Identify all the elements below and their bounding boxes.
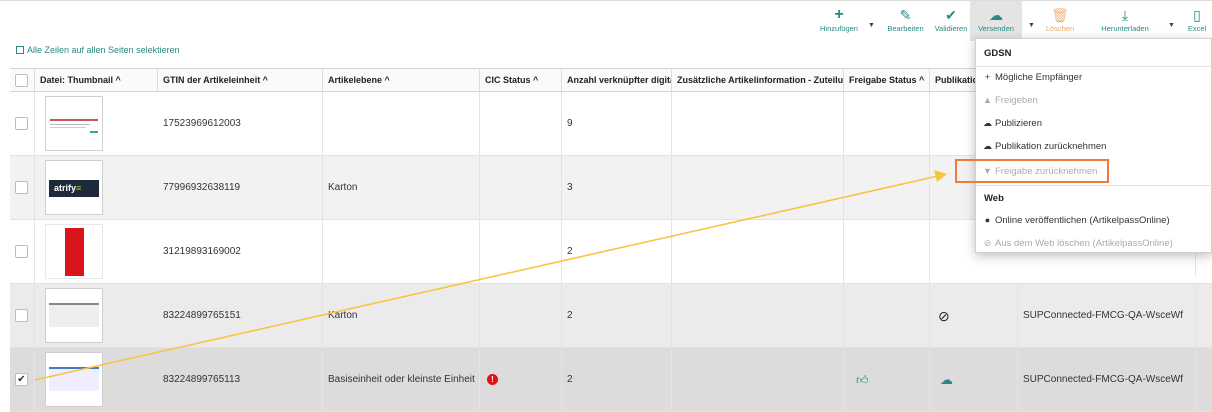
add-user-icon: + [984,72,991,82]
globe-icon: ● [984,215,991,225]
excel-button[interactable]: ▯ Excel [1182,7,1212,33]
level-cell: Karton [323,284,480,348]
highlight-box [955,159,1109,183]
menu-item-publish-online[interactable]: ● Online veröffentlichen (ArtikelpassOnli… [982,215,1170,226]
ban-icon: ⊘ [983,238,992,248]
row-checkbox[interactable] [15,309,28,322]
level-cell [323,92,480,156]
gtin-cell: 31219893169002 [158,220,323,284]
additional-info-cell [672,284,844,348]
linked-count-cell: 2 [562,284,672,348]
select-all-checkbox-icon [16,46,24,54]
menu-header-web: Web [984,193,1004,204]
trash-icon: 🗑 [1051,7,1069,23]
gtin-cell: 77996932638119 [158,156,323,220]
header-level[interactable]: Artikelebene ^ [323,69,480,91]
release-status-cell [844,92,930,156]
menu-header-gdsn: GDSN [984,48,1012,59]
table-row[interactable]: ✔ 83224899765113 Basiseinheit oder klein… [10,348,1212,412]
menu-item-possible-recipients[interactable]: + Mögliche Empfänger [982,72,1082,83]
cic-status-cell [480,220,562,284]
menu-item-publish[interactable]: ☁ Publizieren [982,118,1042,129]
release-status-cell [844,156,930,220]
header-linked-count[interactable]: Anzahl verknüpfter digital [562,69,672,91]
row-checkbox[interactable] [15,181,28,194]
validate-button[interactable]: ✔ Validieren [933,7,969,33]
plus-icon: + [834,6,844,23]
thumbnail-image[interactable] [45,288,103,343]
cic-status-cell: ! [480,348,562,412]
thumbs-up-icon: ▲ [983,95,992,105]
header-select-cell[interactable] [10,69,35,91]
atrify-logo: atrify≡ [49,180,99,197]
cic-status-cell [480,92,562,156]
thumbnail-image[interactable] [45,96,103,151]
thumbnail-image[interactable]: atrify≡ [45,160,103,215]
gtin-cell: 83224899765151 [158,284,323,348]
send-dropdown-caret[interactable]: ▼ [1028,22,1035,29]
header-gtin[interactable]: GTIN der Artikeleinheit ^ [158,69,323,91]
recipient-cell: SUPConnected-FMCG-QA-WsceWf [1018,348,1196,412]
row-checkbox[interactable] [15,117,28,130]
thumbs-up-icon: 👍︎ [844,348,930,412]
menu-item-delete-from-web[interactable]: ⊘ Aus dem Web löschen (ArtikelpassOnline) [982,238,1173,249]
add-dropdown-caret[interactable]: ▼ [868,22,875,29]
release-status-cell [844,220,930,284]
edit-button[interactable]: ✎ Bearbeiten [883,7,928,33]
cic-status-cell [480,156,562,220]
additional-info-cell [672,348,844,412]
header-additional-info[interactable]: Zusätzliche Artikelinformation - Zuteilu… [672,69,844,91]
thumbnail-image[interactable] [45,352,103,407]
toolbar: + Hinzufügen ▼ ✎ Bearbeiten ✔ Validieren… [0,0,1212,41]
gtin-cell: 83224899765113 [158,348,323,412]
cloud-download-icon: ☁ [983,141,992,151]
recipient-cell: SUPConnected-FMCG-QA-WsceWf [1018,284,1196,348]
level-cell: Basiseinheit oder kleinste Einheit [323,348,480,412]
header-cic-status[interactable]: CIC Status ^ [480,69,562,91]
header-thumbnail[interactable]: Datei: Thumbnail ^ [35,69,158,91]
menu-item-withdraw-publication[interactable]: ☁ Publikation zurücknehmen [982,141,1106,152]
download-icon: ⤓ [1121,7,1129,23]
error-icon: ! [487,373,498,385]
linked-count-cell: 3 [562,156,672,220]
header-checkbox[interactable] [15,74,28,87]
additional-info-cell [672,220,844,284]
blocked-icon: ⊘ [930,284,1018,348]
add-button[interactable]: + Hinzufügen [814,6,864,34]
menu-item-release[interactable]: ▲ Freigeben [982,95,1038,106]
download-button[interactable]: ⤓ Herunterladen [1095,7,1155,33]
additional-info-cell [672,92,844,156]
pencil-icon: ✎ [899,7,912,23]
linked-count-cell: 2 [562,348,672,412]
linked-count-cell: 9 [562,92,672,156]
cloud-upload-icon: ☁ [983,118,992,128]
file-icon: ▯ [1193,7,1201,23]
row-checkbox[interactable]: ✔ [15,373,28,386]
additional-info-cell [672,156,844,220]
cic-status-cell [480,284,562,348]
release-status-cell [844,284,930,348]
check-icon: ✔ [945,7,957,23]
table-row[interactable]: 83224899765151 Karton 2 ⊘ SUPConnected-F… [10,284,1212,348]
delete-button[interactable]: 🗑 Löschen [1045,7,1075,33]
linked-count-cell: 2 [562,220,672,284]
level-cell: Karton [323,156,480,220]
send-dropdown-menu: GDSN + Mögliche Empfänger ▲ Freigeben ☁ Pub… [975,38,1212,253]
level-cell [323,220,480,284]
download-dropdown-caret[interactable]: ▼ [1168,22,1175,29]
thumbnail-image[interactable] [45,224,103,279]
select-all-link[interactable]: Alle Zeilen auf allen Seiten selektieren [16,45,180,55]
gtin-cell: 17523969612003 [158,92,323,156]
header-release-status[interactable]: Freigabe Status ^ [844,69,930,91]
cloud-icon: ☁ [989,7,1003,23]
row-checkbox[interactable] [15,245,28,258]
cloud-icon: ☁ [930,348,1018,412]
send-button[interactable]: ☁ Versenden [970,1,1022,41]
